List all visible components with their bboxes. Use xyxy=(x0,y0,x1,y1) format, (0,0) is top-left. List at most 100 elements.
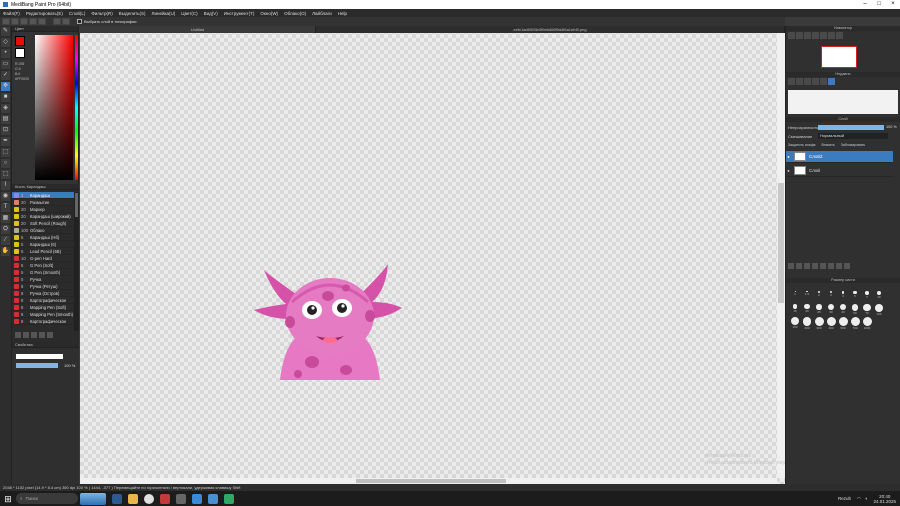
windows-start-icon[interactable]: ⊞ xyxy=(3,494,13,504)
brush-size-option[interactable]: 25 xyxy=(813,304,825,316)
brush-item[interactable]: 3 Карандаш xyxy=(12,192,74,199)
layer-settings-icon[interactable] xyxy=(844,263,850,269)
merge-icon[interactable] xyxy=(820,263,826,269)
move-tool-icon[interactable] xyxy=(2,18,10,25)
text-icon[interactable]: T xyxy=(1,203,10,212)
brush-cloud-icon[interactable] xyxy=(47,332,53,338)
actual-size-icon[interactable] xyxy=(812,32,819,39)
brush-size-option[interactable]: 70 xyxy=(861,304,873,316)
foreground-swatch[interactable] xyxy=(15,36,25,46)
mail-icon[interactable] xyxy=(192,493,202,504)
material-folder-icon[interactable] xyxy=(796,78,803,85)
brush-item[interactable]: 5 Ручка xyxy=(12,276,74,283)
brush-item[interactable]: 8 Картографическое xyxy=(12,318,74,325)
menu-view[interactable]: Вид(V) xyxy=(204,11,218,16)
lock-checkbox[interactable]: Заблокировать xyxy=(841,143,865,147)
vertical-scrollbar[interactable] xyxy=(777,33,785,478)
brush-item[interactable]: 5 G Pen (Smooth) xyxy=(12,269,74,276)
delete-brush-icon[interactable] xyxy=(31,332,37,338)
menu-color[interactable]: Цвет(C) xyxy=(181,11,197,16)
color-picker-square[interactable] xyxy=(35,35,73,180)
brush-item[interactable]: 10 G-pen Hard xyxy=(12,255,74,262)
brush-item[interactable]: 100 Облако xyxy=(12,227,74,234)
canvas-area[interactable] xyxy=(80,26,785,484)
brush-item[interactable]: 5 G Pen (Soft) xyxy=(12,262,74,269)
brush-size-option[interactable]: 20 xyxy=(801,304,813,316)
brush-size-option[interactable]: 50 xyxy=(849,304,861,316)
material-active-icon[interactable] xyxy=(828,78,835,85)
blur-icon[interactable]: ◉ xyxy=(1,192,10,201)
pencil-icon[interactable]: ✎ xyxy=(1,27,10,36)
stamp-icon[interactable]: ⛭ xyxy=(1,225,10,234)
redo-icon[interactable] xyxy=(62,18,70,25)
option-icon-3[interactable] xyxy=(29,18,37,25)
app-icon-2[interactable] xyxy=(208,493,218,504)
menu-tool[interactable]: Инструмент(T) xyxy=(224,11,255,16)
brush-item[interactable]: 5 Lead Pencil (6B) xyxy=(12,248,74,255)
brush-item[interactable]: 8 Картографическое xyxy=(12,297,74,304)
minimize-button[interactable]: – xyxy=(858,0,872,9)
brush-size-option[interactable]: 300 xyxy=(813,317,825,330)
brush-item[interactable]: 8 Ручка (Остров) xyxy=(12,290,74,297)
store-icon[interactable] xyxy=(176,493,186,504)
bucket-icon[interactable]: ◈ xyxy=(1,104,10,113)
dot-icon[interactable]: • xyxy=(1,49,10,58)
brush-size-option[interactable]: 1.5 xyxy=(801,291,813,303)
brush-size-option[interactable]: 40 xyxy=(837,304,849,316)
rectangle-icon[interactable]: ▭ xyxy=(1,60,10,69)
menu-window[interactable]: Окно(W) xyxy=(260,11,278,16)
brush-icon[interactable]: ⌇ xyxy=(1,181,10,190)
gradient-icon[interactable]: ▤ xyxy=(1,115,10,124)
brush-size-option[interactable]: 1000 xyxy=(861,317,873,330)
transform-icon[interactable]: ⊡ xyxy=(1,126,10,135)
tab-untitled[interactable]: Untitled xyxy=(80,26,316,33)
zoom-in-icon[interactable] xyxy=(788,32,795,39)
menu-select[interactable]: Выделить(S) xyxy=(119,11,146,16)
rotate-left-icon[interactable] xyxy=(820,32,827,39)
menu-edit[interactable]: Редактировать(E) xyxy=(26,11,63,16)
brush-size-option[interactable]: 200 xyxy=(801,317,813,330)
eraser-icon[interactable]: ◇ xyxy=(1,38,10,47)
brush-size-option[interactable]: 5 xyxy=(849,291,861,303)
hand-icon[interactable]: ✋ xyxy=(1,247,10,256)
taskbar-banner[interactable] xyxy=(80,492,106,505)
brush-item[interactable]: 20 Маркер xyxy=(12,206,74,213)
material-tone-icon[interactable] xyxy=(812,78,819,85)
lasso-icon[interactable]: ○ xyxy=(1,159,10,168)
menu-layer[interactable]: Слой(L) xyxy=(69,11,85,16)
material-item-icon[interactable] xyxy=(820,78,827,85)
brush-size-option[interactable]: 1 xyxy=(789,291,801,303)
auto-select-checkbox[interactable] xyxy=(77,19,82,24)
brush-size-option[interactable]: 7 xyxy=(861,291,873,303)
close-button[interactable]: × xyxy=(886,0,900,9)
fit-icon[interactable] xyxy=(804,32,811,39)
flip-icon[interactable] xyxy=(836,32,843,39)
chrome-icon[interactable] xyxy=(144,493,154,504)
menu-ruler[interactable]: Линейка(U) xyxy=(152,11,176,16)
eye-icon[interactable]: ● xyxy=(786,154,791,159)
frame-icon[interactable]: ▦ xyxy=(1,214,10,223)
brush-item[interactable]: 20 Размытие xyxy=(12,199,74,206)
brush-size-slider[interactable] xyxy=(16,354,63,359)
delete-layer-icon[interactable] xyxy=(836,263,842,269)
brush-opacity-slider[interactable] xyxy=(16,363,58,368)
menu-cloud[interactable]: Облако(O) xyxy=(284,11,306,16)
brush-item[interactable]: 8 Ручка (Ретуш) xyxy=(12,283,74,290)
add-brush-icon[interactable] xyxy=(15,332,21,338)
navigator-thumbnail[interactable] xyxy=(821,46,857,68)
material-add-icon[interactable] xyxy=(788,78,795,85)
eye-icon[interactable]: ● xyxy=(786,168,791,173)
brush-list-scrollbar[interactable] xyxy=(74,192,79,331)
menu-file[interactable]: Файл(F) xyxy=(3,11,20,16)
brush-item[interactable]: 8 Mapping Pen (Smooth) xyxy=(12,311,74,318)
brush-size-option[interactable]: 15 xyxy=(789,304,801,316)
pen-icon[interactable]: ✒ xyxy=(1,137,10,146)
brush-size-option[interactable]: 10 xyxy=(873,291,885,303)
menu-help[interactable]: Help xyxy=(338,11,347,16)
checkmark-icon[interactable]: ✓ xyxy=(1,71,10,80)
brush-item[interactable]: 20 Soft Pencil (Rough) xyxy=(12,220,74,227)
brush-item[interactable]: 5 Карандаш (6) xyxy=(12,241,74,248)
task-view-icon[interactable] xyxy=(112,493,122,504)
brush-item[interactable]: 5 Карандаш (Нб) xyxy=(12,234,74,241)
new-layer-icon[interactable] xyxy=(788,263,794,269)
